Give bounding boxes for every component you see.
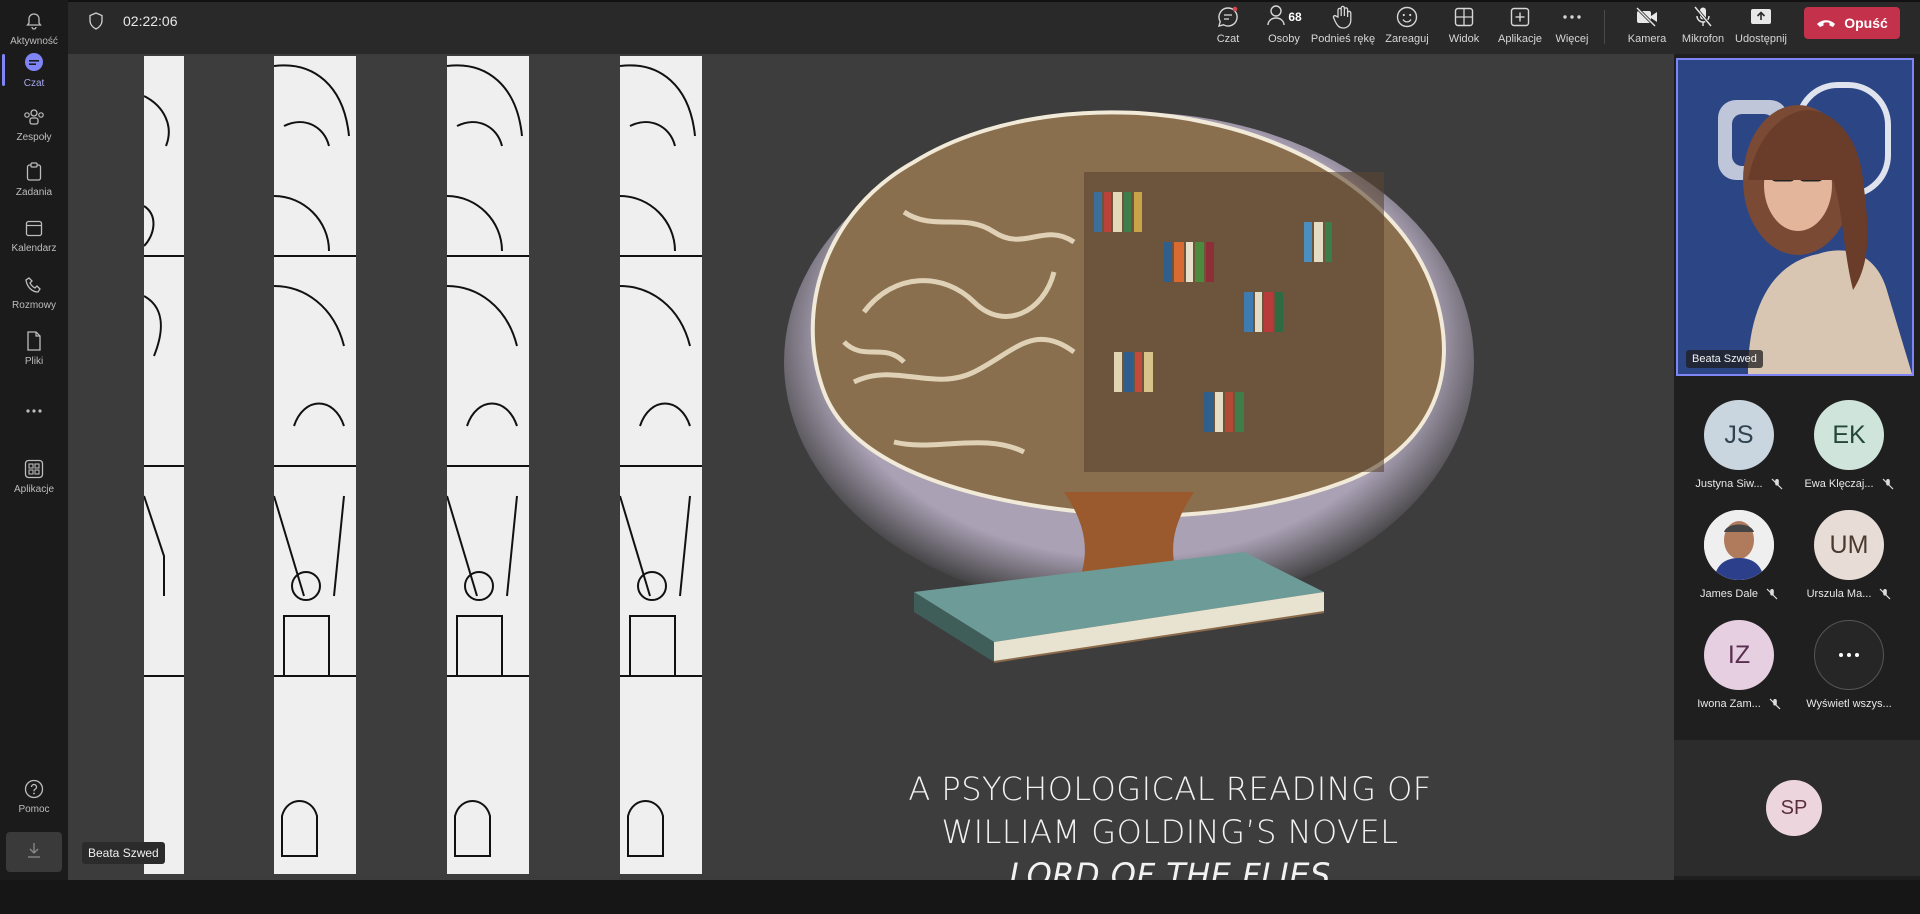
- camera-off-icon: [1635, 4, 1659, 30]
- rail-label: Rozmowy: [12, 299, 56, 311]
- teams-icon: [23, 106, 45, 128]
- participant-name: Justyna Siw...: [1695, 478, 1763, 490]
- apps-icon: [23, 458, 45, 480]
- slide-title: A PSYCHOLOGICAL READING OF WILLIAM GOLDI…: [900, 768, 1440, 897]
- meeting-timer: 02:22:06: [123, 13, 178, 29]
- comic-strip: [620, 56, 702, 874]
- presenter-name-tag: Beata Szwed: [82, 842, 165, 864]
- participant-tile[interactable]: UM Urszula Ma...: [1794, 510, 1904, 610]
- add-icon: [1510, 4, 1530, 30]
- mic-off-icon: [1771, 478, 1783, 490]
- slide-title-line: WILLIAM GOLDING’S NOVEL: [941, 813, 1399, 851]
- share-button[interactable]: Udostępnij: [1732, 4, 1790, 52]
- react-button[interactable]: Zareaguj: [1384, 4, 1430, 52]
- slide-title-line: A PSYCHOLOGICAL READING OF: [908, 770, 1432, 808]
- avatar-photo: [1704, 510, 1774, 580]
- mic-off-icon: [1882, 478, 1893, 490]
- shield-icon[interactable]: [88, 12, 106, 32]
- view-button[interactable]: Widok: [1444, 4, 1484, 52]
- rail-label: Pliki: [24, 355, 44, 367]
- rail-item-apps[interactable]: Aplikacje: [0, 450, 68, 502]
- comic-strip: [447, 56, 529, 874]
- bookshelves: [1084, 172, 1384, 472]
- participant-name: James Dale: [1699, 588, 1759, 600]
- smiley-icon: [1396, 4, 1418, 30]
- rail-item-more[interactable]: [0, 385, 68, 437]
- rail-label: Czat: [23, 77, 45, 89]
- rail-item-tasks[interactable]: Zadania: [0, 153, 68, 205]
- rail-label: Zespoły: [16, 131, 52, 143]
- share-icon: [1750, 4, 1772, 30]
- download-button[interactable]: [6, 832, 62, 872]
- download-icon: [25, 841, 43, 864]
- rail-label: Pomoc: [18, 803, 50, 815]
- participant-name: Urszula Ma...: [1806, 588, 1872, 600]
- participant-name: Ewa Klęczaj...: [1804, 478, 1874, 490]
- help-icon: [23, 778, 45, 800]
- participant-tile[interactable]: JS Justyna Siw...: [1684, 400, 1794, 500]
- phone-icon: [23, 274, 45, 296]
- more-icon: [1562, 4, 1582, 30]
- leave-button[interactable]: Opuść: [1804, 7, 1900, 39]
- rail-label: Kalendarz: [11, 242, 57, 254]
- participant-video: [1678, 60, 1912, 374]
- camera-button[interactable]: Kamera: [1624, 4, 1670, 52]
- people-button[interactable]: 68 Osoby: [1258, 4, 1310, 52]
- file-icon: [23, 330, 45, 352]
- raise-hand-button[interactable]: Podnieś rękę: [1308, 4, 1378, 52]
- person-icon: [1266, 4, 1286, 31]
- hang-up-icon: [1816, 15, 1844, 31]
- mic-off-icon: [1693, 4, 1713, 30]
- mic-off-icon: [1879, 588, 1891, 600]
- bell-icon: [23, 10, 45, 32]
- comic-strip: [144, 56, 184, 874]
- toolbar-divider: [1604, 10, 1605, 44]
- mic-off-icon: [1769, 698, 1781, 710]
- rail-item-help[interactable]: Pomoc: [0, 770, 68, 822]
- hand-icon: [1332, 4, 1354, 30]
- shared-slide: A PSYCHOLOGICAL READING OF WILLIAM GOLDI…: [144, 56, 1600, 894]
- participant-tile[interactable]: James Dale: [1684, 510, 1794, 610]
- participant-tile[interactable]: EK Ewa Klęczaj...: [1794, 400, 1904, 500]
- video-tile[interactable]: Beata Szwed: [1676, 58, 1914, 376]
- calendar-icon: [23, 217, 45, 239]
- mic-off-icon: [1766, 588, 1778, 600]
- rail-item-calls[interactable]: Rozmowy: [0, 266, 68, 318]
- more-icon: [1814, 620, 1884, 690]
- view-all-participants[interactable]: Wyświetl wszys...: [1794, 620, 1904, 720]
- chat-icon: [23, 52, 45, 74]
- view-all-label: Wyświetl wszys...: [1806, 698, 1892, 710]
- rail-item-files[interactable]: Pliki: [0, 322, 68, 374]
- avatar: JS: [1704, 400, 1774, 470]
- tasks-icon: [23, 161, 45, 183]
- people-count: 68: [1288, 10, 1302, 24]
- rail-item-calendar[interactable]: Kalendarz: [0, 209, 68, 261]
- more-icon: [23, 400, 45, 422]
- avatar: UM: [1814, 510, 1884, 580]
- grid-icon: [1454, 4, 1474, 30]
- video-name-label: Beata Szwed: [1686, 350, 1763, 368]
- rail-item-teams[interactable]: Zespoły: [0, 98, 68, 150]
- chat-bubble-icon: [1216, 4, 1240, 30]
- rail-label: Zadania: [15, 186, 53, 198]
- avatar: SP: [1766, 780, 1822, 836]
- mic-button[interactable]: Mikrofon: [1678, 4, 1728, 52]
- app-rail: Aktywność Czat Zespoły Zadania Kalendarz…: [0, 0, 68, 880]
- rail-item-chat[interactable]: Czat: [0, 44, 68, 96]
- participant-tile[interactable]: IZ Iwona Zam...: [1684, 620, 1794, 720]
- comic-strip: [274, 56, 356, 874]
- more-button[interactable]: Więcej: [1552, 4, 1592, 52]
- bottom-bar: [0, 880, 1920, 914]
- participant-name: Iwona Zam...: [1697, 698, 1761, 710]
- brain-library-illustration: [784, 110, 1474, 663]
- meeting-toolbar: 02:22:06 Czat 68 Osoby Podnieś rękę Zare…: [68, 0, 1920, 54]
- avatar: IZ: [1704, 620, 1774, 690]
- rail-label: Aplikacje: [13, 483, 55, 495]
- chat-button[interactable]: Czat: [1208, 4, 1248, 52]
- avatar: EK: [1814, 400, 1884, 470]
- apps-button[interactable]: Aplikacje: [1494, 4, 1546, 52]
